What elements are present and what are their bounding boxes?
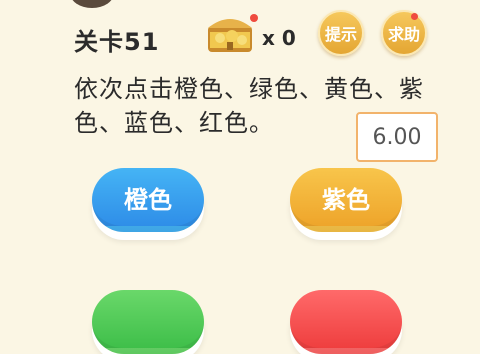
level-title: 关卡51 <box>74 28 160 56</box>
help-button[interactable]: 求助 <box>381 10 427 56</box>
hint-button[interactable]: 提示 <box>318 10 364 56</box>
player-avatar <box>70 0 114 8</box>
chest-count: x 0 <box>262 26 296 50</box>
timer-display: 6.00 <box>356 112 438 162</box>
color-button-purple[interactable]: 紫色 <box>290 168 402 232</box>
color-button-partial-left[interactable] <box>92 290 204 354</box>
help-notification-dot <box>411 13 418 20</box>
chest-notification-dot <box>250 14 258 22</box>
color-button-orange[interactable]: 橙色 <box>92 168 204 232</box>
color-button-partial-right[interactable] <box>290 290 402 354</box>
